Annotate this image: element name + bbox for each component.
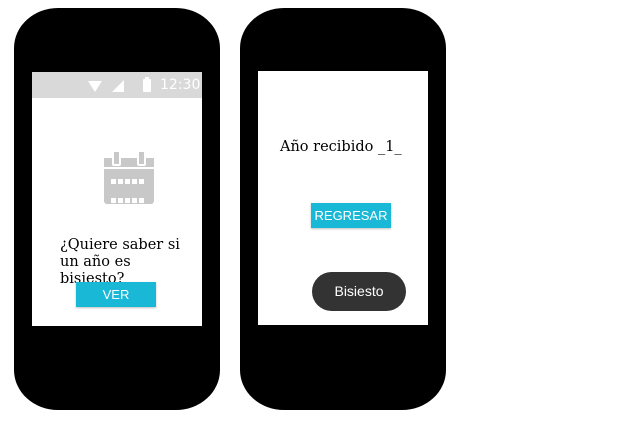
question-text: ¿Quiere saber si un año es bisiesto? bbox=[60, 237, 180, 287]
toast-message: Bisiesto bbox=[312, 272, 406, 311]
status-time: 12:30 bbox=[160, 77, 201, 93]
regresar-button[interactable]: REGRESAR bbox=[311, 203, 391, 228]
signal-icon bbox=[112, 80, 124, 92]
status-bar: 12:30 bbox=[32, 72, 202, 98]
wifi-icon bbox=[88, 81, 102, 92]
phone-frame-right: Año recibido _1_ REGRESAR bbox=[240, 8, 446, 410]
phone-frame-left: 12:30 ¿Quiere saber si un año es bisiest… bbox=[14, 8, 220, 410]
screen-left: 12:30 ¿Quiere saber si un año es bisiest… bbox=[32, 72, 202, 326]
battery-icon bbox=[143, 77, 151, 92]
received-year-text: Año recibido _1_ bbox=[280, 139, 402, 155]
ver-button[interactable]: VER bbox=[76, 282, 156, 307]
calendar-icon bbox=[104, 150, 154, 222]
